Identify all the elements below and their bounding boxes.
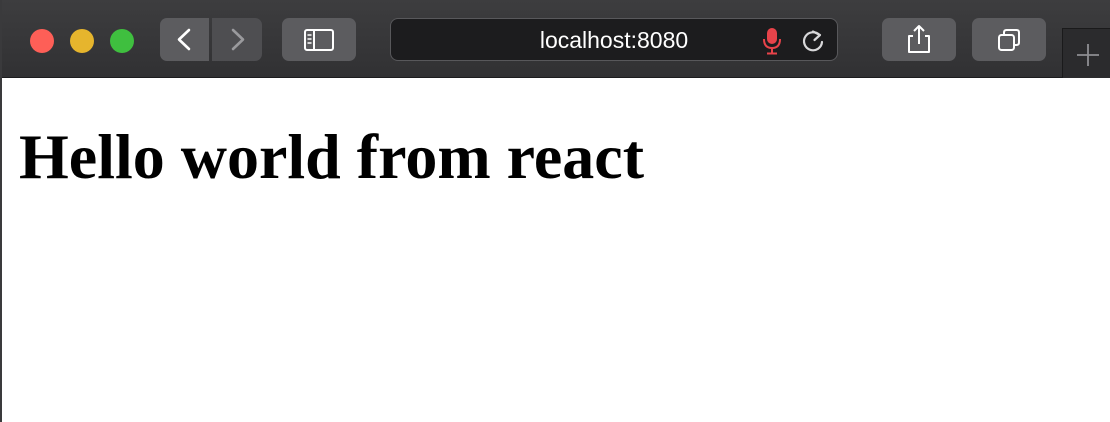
browser-toolbar: localhost:8080 [2, 0, 1110, 78]
chevron-left-icon [177, 28, 191, 51]
close-window-button[interactable] [30, 29, 54, 53]
sidebar-toggle-button[interactable] [282, 18, 356, 61]
plus-icon [1077, 44, 1099, 66]
chevron-right-icon [231, 28, 245, 51]
back-button[interactable] [160, 18, 209, 61]
maximize-window-button[interactable] [110, 29, 134, 53]
new-tab-button[interactable] [1062, 28, 1110, 78]
tabs-overview-button[interactable] [972, 18, 1046, 61]
share-button[interactable] [882, 18, 956, 61]
browser-window: localhost:8080 Hello world from react [0, 0, 1110, 422]
sidebar-icon [304, 29, 334, 51]
microphone-icon[interactable] [761, 26, 783, 56]
page-heading: Hello world from react [19, 121, 644, 192]
forward-button[interactable] [212, 18, 262, 61]
reload-icon[interactable] [799, 27, 827, 55]
web-page-content: Hello world from react [2, 79, 1110, 422]
share-icon [908, 25, 930, 53]
tabs-overview-icon [998, 29, 1020, 51]
address-bar[interactable]: localhost:8080 [390, 18, 838, 61]
minimize-window-button[interactable] [70, 29, 94, 53]
